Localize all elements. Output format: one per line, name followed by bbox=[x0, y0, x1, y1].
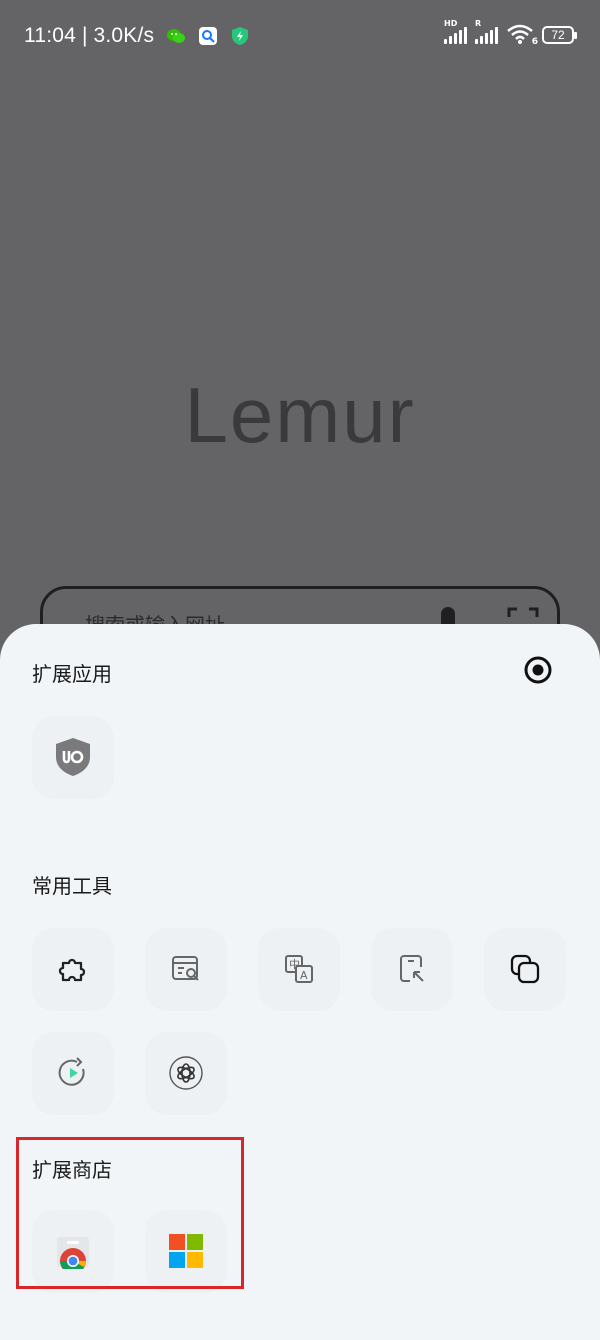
tool-extensions-tile[interactable] bbox=[32, 928, 114, 1010]
ai-assistant-icon bbox=[168, 1055, 204, 1091]
tool-multi-window-tile[interactable] bbox=[484, 928, 566, 1010]
page-search-icon bbox=[170, 953, 202, 985]
svg-text:中: 中 bbox=[289, 958, 300, 971]
screenshot-select-icon bbox=[396, 953, 428, 985]
status-separator: | bbox=[82, 24, 88, 47]
status-bar: 11:04 | 3.0K/s HD R 6 72 bbox=[0, 0, 600, 76]
wifi-icon: 6 bbox=[506, 24, 538, 47]
status-left: 11:04 | 3.0K/s bbox=[24, 24, 250, 48]
store-highlight-box bbox=[16, 1137, 244, 1289]
tool-ai-tile[interactable] bbox=[145, 1032, 227, 1114]
tool-video-tile[interactable] bbox=[32, 1032, 114, 1114]
wechat-icon bbox=[166, 26, 186, 46]
svg-text:A: A bbox=[300, 969, 308, 982]
multi-window-icon bbox=[509, 953, 541, 985]
tools-section-title: 常用工具 bbox=[32, 874, 112, 898]
battery-icon: 72 bbox=[542, 26, 577, 44]
cellular-signal-2-icon: R bbox=[475, 19, 498, 44]
status-right: HD R 6 72 bbox=[444, 19, 577, 47]
tool-translate-tile[interactable]: 中A bbox=[258, 928, 340, 1010]
wifi-6-tag: 6 bbox=[531, 37, 538, 47]
cellular-signal-icon: HD bbox=[444, 19, 467, 44]
translate-icon: 中A bbox=[283, 953, 315, 985]
extension-ublock-tile[interactable] bbox=[32, 716, 114, 798]
ublock-origin-icon bbox=[55, 737, 91, 777]
tool-page-search-tile[interactable] bbox=[145, 928, 227, 1010]
browser-logo: Lemur bbox=[184, 371, 416, 459]
network-speed: 3.0K/s bbox=[93, 24, 155, 47]
signal-r-tag: R bbox=[475, 19, 482, 28]
image-search-icon bbox=[198, 26, 218, 46]
puzzle-extension-icon bbox=[57, 953, 89, 985]
shield-app-icon bbox=[230, 26, 250, 46]
extensions-section-title: 扩展应用 bbox=[32, 662, 112, 686]
signal-hd-tag: HD bbox=[444, 19, 458, 28]
video-sync-icon bbox=[57, 1057, 89, 1089]
tool-screenshot-tile[interactable] bbox=[371, 928, 453, 1010]
radio-settings-icon[interactable] bbox=[524, 656, 552, 684]
status-time: 11:04 bbox=[24, 24, 76, 47]
